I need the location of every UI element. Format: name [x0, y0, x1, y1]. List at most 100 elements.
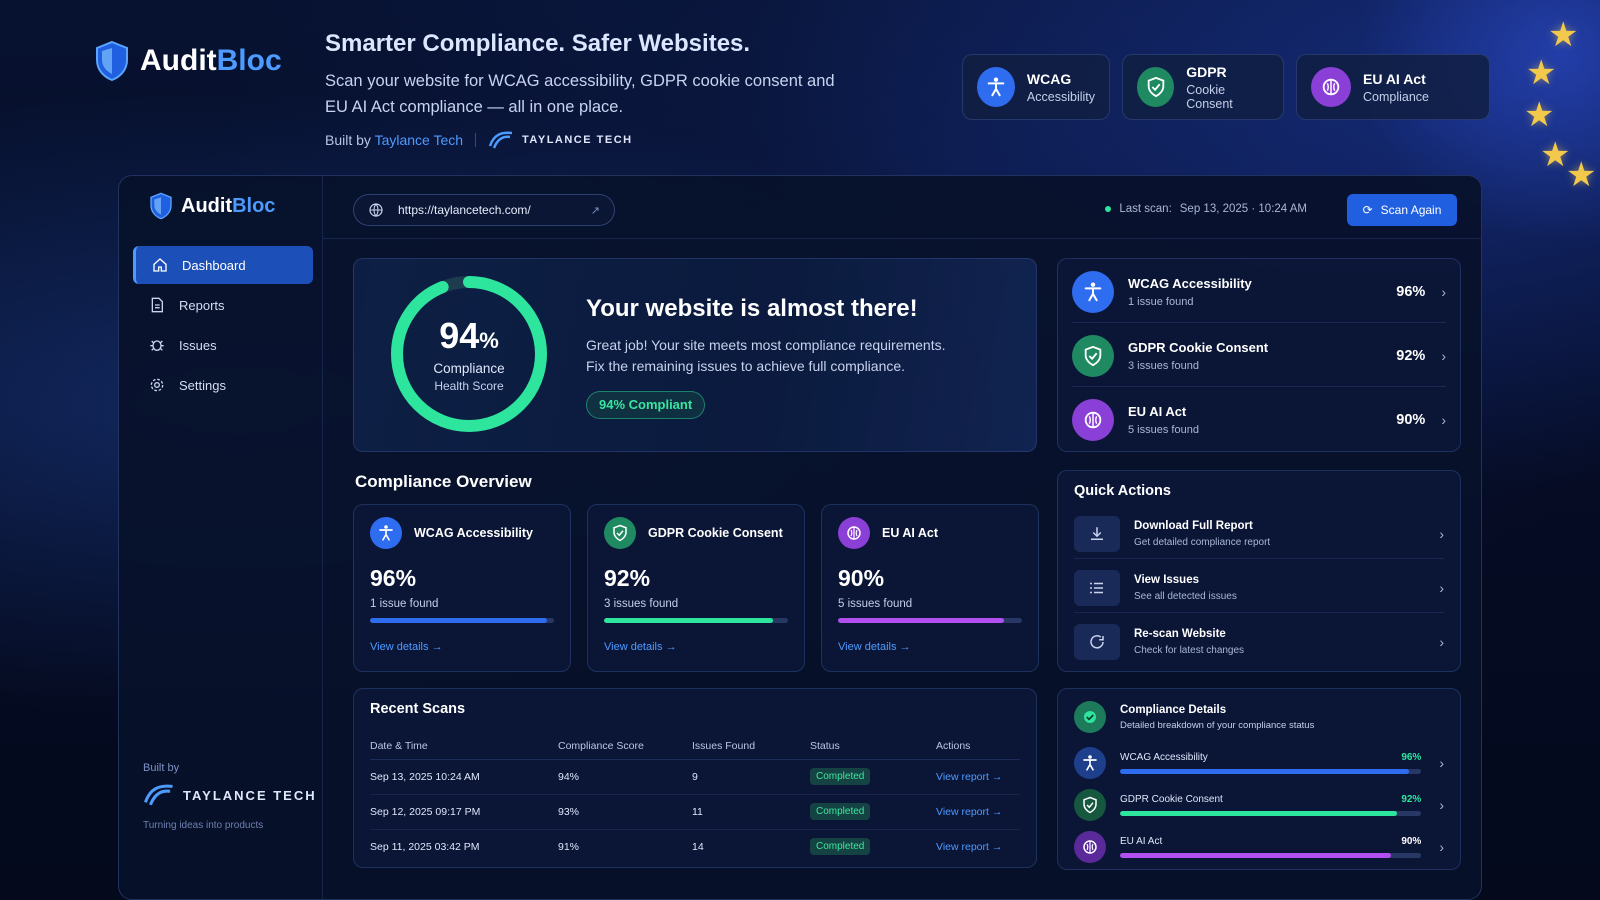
- document-icon: [151, 297, 163, 313]
- sidebar-item-issues[interactable]: Issues: [133, 326, 313, 364]
- column-header: Compliance Score: [558, 733, 692, 760]
- scan-score: 91%: [558, 840, 580, 853]
- sidebar-item-label: Settings: [179, 377, 226, 393]
- status-badge: Completed: [810, 803, 871, 820]
- table-row: Sep 11, 2025 03:42 PM 91% 14 Completed V…: [370, 829, 1020, 864]
- sidebar-nav: Dashboard Reports Issues Settings: [133, 246, 313, 406]
- progress-bar: [370, 618, 554, 623]
- scan-issues: 14: [692, 840, 704, 853]
- overview-card-title: WCAG Accessibility: [414, 526, 534, 540]
- quick-action-rescan[interactable]: Re-scan Website Check for latest changes …: [1074, 617, 1444, 667]
- chevron-right-icon: ›: [1441, 347, 1446, 364]
- sidebar-item-reports[interactable]: Reports: [133, 286, 313, 324]
- sidebar-brand-logo[interactable]: AuditBloc: [149, 192, 275, 220]
- view-details-link[interactable]: View details →: [370, 641, 554, 653]
- module-percent: 96%: [1396, 283, 1426, 300]
- progress-fill: [604, 618, 774, 623]
- progress-fill: [1120, 853, 1392, 858]
- column-header: Status: [810, 733, 936, 760]
- progress-bar: [1120, 853, 1422, 858]
- view-details-link[interactable]: View details →: [838, 641, 1022, 653]
- module-row-wcag[interactable]: WCAG Accessibility 1 issue found 96% ›: [1072, 261, 1446, 323]
- detail-row-eu-ai-act[interactable]: EU AI Act 90% ›: [1074, 827, 1444, 867]
- arrow-right-icon: →: [431, 641, 443, 653]
- quick-action-subtitle: Check for latest changes: [1134, 645, 1245, 656]
- brand-name: AuditBloc: [181, 194, 276, 217]
- shield-logo-icon: [96, 40, 128, 82]
- chevron-right-icon: ›: [1441, 283, 1446, 300]
- eu-star-icon: ★: [1548, 16, 1579, 54]
- url-field[interactable]: https://taylancetech.com/ ↗: [353, 194, 615, 226]
- detail-percent: 92%: [1401, 794, 1422, 805]
- chevron-right-icon: ›: [1441, 412, 1446, 428]
- last-scan-value: Sep 13, 2025 · 10:24 AM: [1179, 203, 1307, 215]
- topbar: https://taylancetech.com/ ↗ Last scan: S…: [353, 194, 1457, 228]
- gear-icon: [150, 378, 164, 392]
- detail-label: EU AI Act: [1120, 836, 1163, 847]
- module-issues: 5 issues found: [1128, 424, 1199, 436]
- detail-percent: 96%: [1401, 752, 1422, 763]
- overview-title: Compliance Overview: [355, 472, 532, 491]
- taylance-tech-logo[interactable]: TAYLANCE TECH: [143, 782, 317, 808]
- detail-row-gdpr[interactable]: GDPR Cookie Consent 92% ›: [1074, 785, 1444, 825]
- progress-bar: [604, 618, 788, 623]
- last-scan-info: Last scan: Sep 13, 2025 · 10:24 AM: [1105, 203, 1307, 215]
- quick-action-download-report[interactable]: Download Full Report Get detailed complia…: [1074, 509, 1444, 559]
- badge-title: GDPR: [1186, 63, 1227, 80]
- eu-star-icon: ★: [1524, 96, 1555, 134]
- scan-issues: 11: [692, 794, 810, 830]
- refresh-icon: [1074, 624, 1120, 660]
- overview-card-title: GDPR Cookie Consent: [648, 526, 783, 540]
- accessibility-icon: [1074, 747, 1106, 779]
- view-report-link[interactable]: View report →: [936, 794, 1020, 830]
- view-details-link[interactable]: View details →: [604, 641, 788, 653]
- arrow-right-icon: →: [899, 641, 911, 653]
- scan-again-button[interactable]: ⟳ Scan Again: [1347, 194, 1457, 226]
- overview-card-gdpr: GDPR Cookie Consent 92% 3 issues found V…: [587, 504, 805, 672]
- health-score-card: 94% Compliance Health Score Your website…: [353, 258, 1037, 452]
- chevron-right-icon: ›: [1439, 579, 1444, 596]
- quick-action-title: View Issues: [1134, 573, 1199, 586]
- score-value: 94%: [439, 315, 499, 356]
- taylance-tech-link[interactable]: Taylance Tech: [375, 132, 463, 148]
- overview-card-value: 92%: [604, 565, 651, 591]
- taylance-logo-icon: [144, 784, 173, 806]
- view-report-link[interactable]: View report →: [936, 829, 1020, 864]
- sidebar-item-dashboard[interactable]: Dashboard: [133, 246, 313, 284]
- badge-title: EU AI Act: [1363, 70, 1426, 87]
- scan-score: 94%: [558, 759, 692, 795]
- list-icon: [1074, 569, 1120, 606]
- globe-icon: [369, 203, 383, 217]
- table-header-row: Date & Time Compliance Score Issues Foun…: [370, 733, 1020, 760]
- view-report-link[interactable]: View report →: [936, 759, 1020, 795]
- brain-icon: [1074, 831, 1106, 863]
- status-badge: Completed: [810, 838, 871, 856]
- score-message: Your website is almost there! Great job!…: [586, 295, 966, 419]
- scan-date: Sep 13, 2025 10:24 AM: [370, 759, 558, 795]
- score-label: Compliance: [433, 361, 505, 376]
- sidebar-item-settings[interactable]: Settings: [133, 366, 313, 404]
- module-row-eu-ai-act[interactable]: EU AI Act 5 issues found 90% ›: [1072, 389, 1446, 451]
- hero-section: Smarter Compliance. Safer Websites. Scan…: [325, 30, 845, 150]
- table-row: Sep 13, 2025 10:24 AM 94% 9 Completed Vi…: [370, 759, 1020, 795]
- module-issues: 3 issues found: [1128, 359, 1199, 372]
- refresh-icon: ⟳: [1362, 203, 1373, 217]
- brand-logo[interactable]: AuditBloc: [94, 40, 282, 82]
- detail-row-wcag[interactable]: WCAG Accessibility 96% ›: [1074, 743, 1444, 783]
- quick-action-subtitle: See all detected issues: [1134, 590, 1237, 602]
- eu-star-icon: ★: [1566, 156, 1597, 194]
- recent-scans-title: Recent Scans: [370, 701, 466, 717]
- shield-check-icon: [1074, 789, 1106, 821]
- brain-icon: [1311, 67, 1351, 107]
- overview-card-value: 96%: [370, 565, 417, 591]
- progress-bar: [1120, 811, 1422, 816]
- compliant-badge: 94% Compliant: [586, 391, 706, 419]
- quick-action-view-issues[interactable]: View Issues See all detected issues ›: [1074, 563, 1444, 613]
- badge-subtitle: Cookie Consent: [1186, 82, 1233, 111]
- external-link-icon[interactable]: ↗: [591, 204, 600, 217]
- url-text: https://taylancetech.com/: [398, 203, 531, 217]
- module-row-gdpr[interactable]: GDPR Cookie Consent 3 issues found 92% ›: [1072, 325, 1446, 387]
- table-row: Sep 12, 2025 09:17 PM 93% 11 Completed V…: [370, 794, 1020, 830]
- arrow-right-icon: →: [991, 770, 1003, 783]
- taylance-logo-icon: [488, 131, 513, 149]
